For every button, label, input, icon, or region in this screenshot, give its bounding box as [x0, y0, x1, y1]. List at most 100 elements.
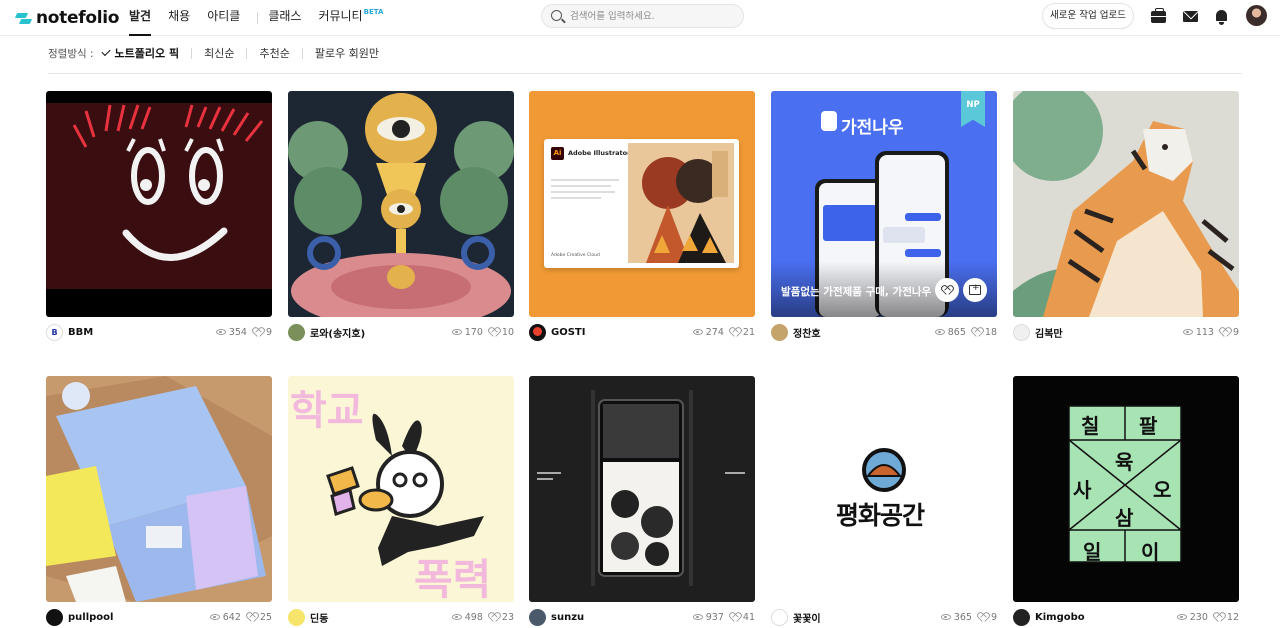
artwork-char-6: 삼	[1115, 506, 1134, 530]
author-name[interactable]: sunzu	[551, 612, 584, 623]
author-avatar[interactable]	[771, 323, 788, 341]
save-to-collection-button[interactable]	[963, 278, 987, 302]
author-name[interactable]: 정찬호	[793, 325, 821, 340]
heart-icon	[942, 286, 952, 295]
search-icon[interactable]	[551, 10, 562, 21]
author-name[interactable]: 꽃꽃이	[793, 610, 821, 625]
author-avatar[interactable]	[288, 608, 305, 626]
project-thumbnail[interactable]	[529, 376, 755, 602]
card-stats: 230 12	[1176, 612, 1239, 623]
bell-icon[interactable]	[1215, 9, 1228, 25]
author-name[interactable]: 김복만	[1035, 325, 1063, 340]
like-count: 18	[984, 326, 997, 338]
project-card[interactable]: sunzu 937 41	[529, 376, 755, 626]
notefolio-logo-icon	[16, 12, 31, 25]
card-stats: 498 23	[451, 611, 514, 623]
heart-icon	[730, 613, 740, 622]
sort-divider	[246, 47, 248, 59]
card-stats: 865 18	[934, 326, 997, 338]
project-card[interactable]: pullpool 642 25	[46, 376, 272, 626]
project-thumbnail[interactable]: 학교 폭력	[288, 376, 514, 602]
sort-option-following[interactable]: 팔로우 회원만	[315, 45, 379, 61]
author-avatar[interactable]	[1013, 323, 1030, 341]
sort-option-recommended[interactable]: 추천순	[259, 45, 289, 61]
author-name[interactable]: 로와(송지호)	[310, 325, 365, 340]
notefolio-logo[interactable]: notefolio	[16, 8, 119, 28]
sort-option-notefolio-pick[interactable]: 노트폴리오 픽	[115, 45, 180, 61]
author-name[interactable]: Kimgobo	[1035, 612, 1085, 623]
splash-text-line	[551, 197, 601, 199]
view-count: 865	[947, 326, 966, 338]
app-footer: Adobe Creative Cloud	[551, 253, 600, 258]
view-count: 365	[953, 611, 972, 623]
briefcase-icon[interactable]	[1151, 8, 1166, 23]
top-navigation-bar: notefolio 발견 채용 아티클 클래스 커뮤니티BETA 새로운 작업 …	[0, 0, 1280, 36]
heart-icon	[1220, 328, 1230, 337]
artwork-print-mockup	[46, 376, 272, 602]
eye-icon	[692, 329, 703, 335]
search-input[interactable]	[570, 8, 738, 24]
card-meta: sunzu 937 41	[529, 608, 755, 626]
project-thumbnail[interactable]: 가전나우 NP 발품없는 가전제품 구매, 가전나우	[771, 91, 997, 317]
card-meta: 딘동 498 23	[288, 608, 514, 626]
sort-option-latest[interactable]: 최신순	[204, 45, 234, 61]
project-card[interactable]: 학교 폭력 딘동 498 23	[288, 376, 514, 626]
user-avatar[interactable]	[1246, 5, 1267, 26]
artwork-character-illustration	[326, 413, 484, 566]
author-name[interactable]: pullpool	[68, 612, 113, 623]
project-card[interactable]: 김복만 113 9	[1013, 91, 1239, 341]
artwork-mobile-design	[537, 390, 745, 586]
author-avatar[interactable]	[529, 608, 546, 626]
project-card[interactable]: B BBM 354 9	[46, 91, 272, 341]
author-name[interactable]: GOSTI	[551, 327, 585, 338]
heart-icon	[730, 328, 740, 337]
beta-badge: BETA	[363, 8, 384, 16]
view-count: 113	[1195, 326, 1214, 338]
project-thumbnail[interactable]: Ai Adobe Illustrator Adobe Creative Clou…	[529, 91, 755, 317]
project-card[interactable]: 칠 팔 육 사 오 삼 일 이 Kimgobo 230 12	[1013, 376, 1239, 626]
project-thumbnail[interactable]	[46, 376, 272, 602]
view-count: 937	[705, 611, 724, 623]
upload-work-button[interactable]: 새로운 작업 업로드	[1042, 3, 1134, 29]
project-thumbnail[interactable]	[1013, 91, 1239, 317]
artwork-char-7: 일	[1083, 540, 1102, 564]
mail-icon[interactable]	[1183, 11, 1198, 22]
nav-classes[interactable]: 클래스	[268, 0, 301, 36]
eye-icon	[215, 329, 226, 335]
project-thumbnail[interactable]: 평화공간	[771, 376, 997, 602]
author-avatar[interactable]	[46, 608, 63, 626]
like-button[interactable]	[935, 278, 959, 302]
project-card[interactable]: 로와(송지호) 170 10	[288, 91, 514, 341]
card-stats: 937 41	[692, 611, 755, 623]
author-avatar[interactable]: B	[46, 323, 63, 341]
nav-discover[interactable]: 발견	[129, 0, 152, 36]
splash-text-line	[551, 185, 611, 187]
author-name[interactable]: 딘동	[310, 610, 328, 625]
author-avatar[interactable]	[529, 323, 546, 341]
author-name[interactable]: BBM	[68, 327, 93, 338]
eye-icon	[692, 614, 703, 620]
artwork-face-illustration	[46, 103, 272, 289]
project-card[interactable]: 가전나우 NP 발품없는 가전제품 구매, 가전나우 정찬호 865 18	[771, 91, 997, 341]
sort-label: 정렬방식 :	[48, 47, 94, 60]
divider-line	[48, 73, 1242, 74]
author-avatar[interactable]	[771, 608, 788, 626]
nav-jobs[interactable]: 채용	[168, 0, 190, 36]
view-count: 642	[222, 611, 241, 623]
author-avatar[interactable]	[1013, 608, 1030, 626]
heart-icon	[972, 328, 982, 337]
project-thumbnail[interactable]: 칠 팔 육 사 오 삼 일 이	[1013, 376, 1239, 602]
nav-community[interactable]: 커뮤니티BETA	[318, 0, 383, 36]
project-thumbnail[interactable]	[288, 91, 514, 317]
project-card[interactable]: 평화공간 꽃꽃이 365 9	[771, 376, 997, 626]
artwork-char-1: 칠	[1081, 414, 1100, 438]
project-card[interactable]: Ai Adobe Illustrator Adobe Creative Clou…	[529, 91, 755, 341]
project-thumbnail[interactable]	[46, 91, 272, 317]
like-count: 23	[501, 611, 514, 623]
project-title-overlay[interactable]: 발품없는 가전제품 구매, 가전나우	[781, 284, 931, 299]
nav-articles[interactable]: 아티클	[207, 0, 240, 36]
like-count: 9	[990, 611, 997, 623]
author-avatar[interactable]	[288, 323, 305, 341]
check-icon	[100, 46, 111, 57]
like-count: 41	[742, 611, 755, 623]
